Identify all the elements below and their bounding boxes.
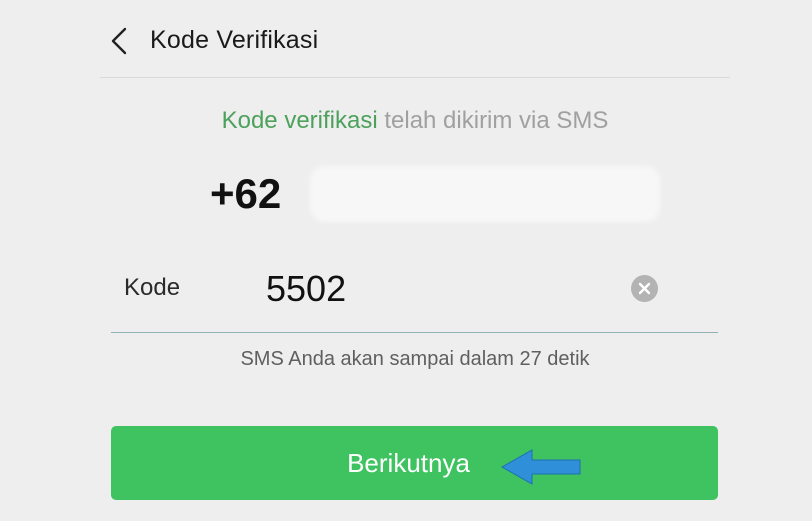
- code-input[interactable]: [266, 266, 606, 312]
- code-label: Kode: [124, 274, 181, 301]
- sent-message-highlight: Kode verifikasi: [221, 107, 378, 134]
- next-button[interactable]: Berikutnya: [111, 426, 718, 500]
- back-button[interactable]: [106, 26, 132, 56]
- clear-icon: [638, 282, 651, 295]
- app-header: Kode Verifikasi: [100, 0, 730, 78]
- arrow-left-icon: [500, 449, 581, 485]
- annotation-arrow: [498, 447, 584, 487]
- chevron-left-icon: [111, 27, 127, 55]
- masked-phone-number: [310, 166, 660, 222]
- clear-button[interactable]: [631, 275, 658, 302]
- verification-screen: Kode Verifikasi Kode verifikasi telah di…: [0, 0, 812, 521]
- sms-countdown-hint: SMS Anda akan sampai dalam 27 detik: [240, 348, 590, 370]
- sent-message: Kode verifikasi telah dikirim via SMS: [0, 107, 812, 135]
- sent-message-rest: telah dikirim via SMS: [377, 107, 609, 134]
- code-field-row: Kode: [111, 254, 718, 333]
- country-code: +62: [210, 170, 282, 217]
- page-title: Kode Verifikasi: [150, 26, 319, 54]
- next-button-label: Berikutnya: [347, 447, 470, 478]
